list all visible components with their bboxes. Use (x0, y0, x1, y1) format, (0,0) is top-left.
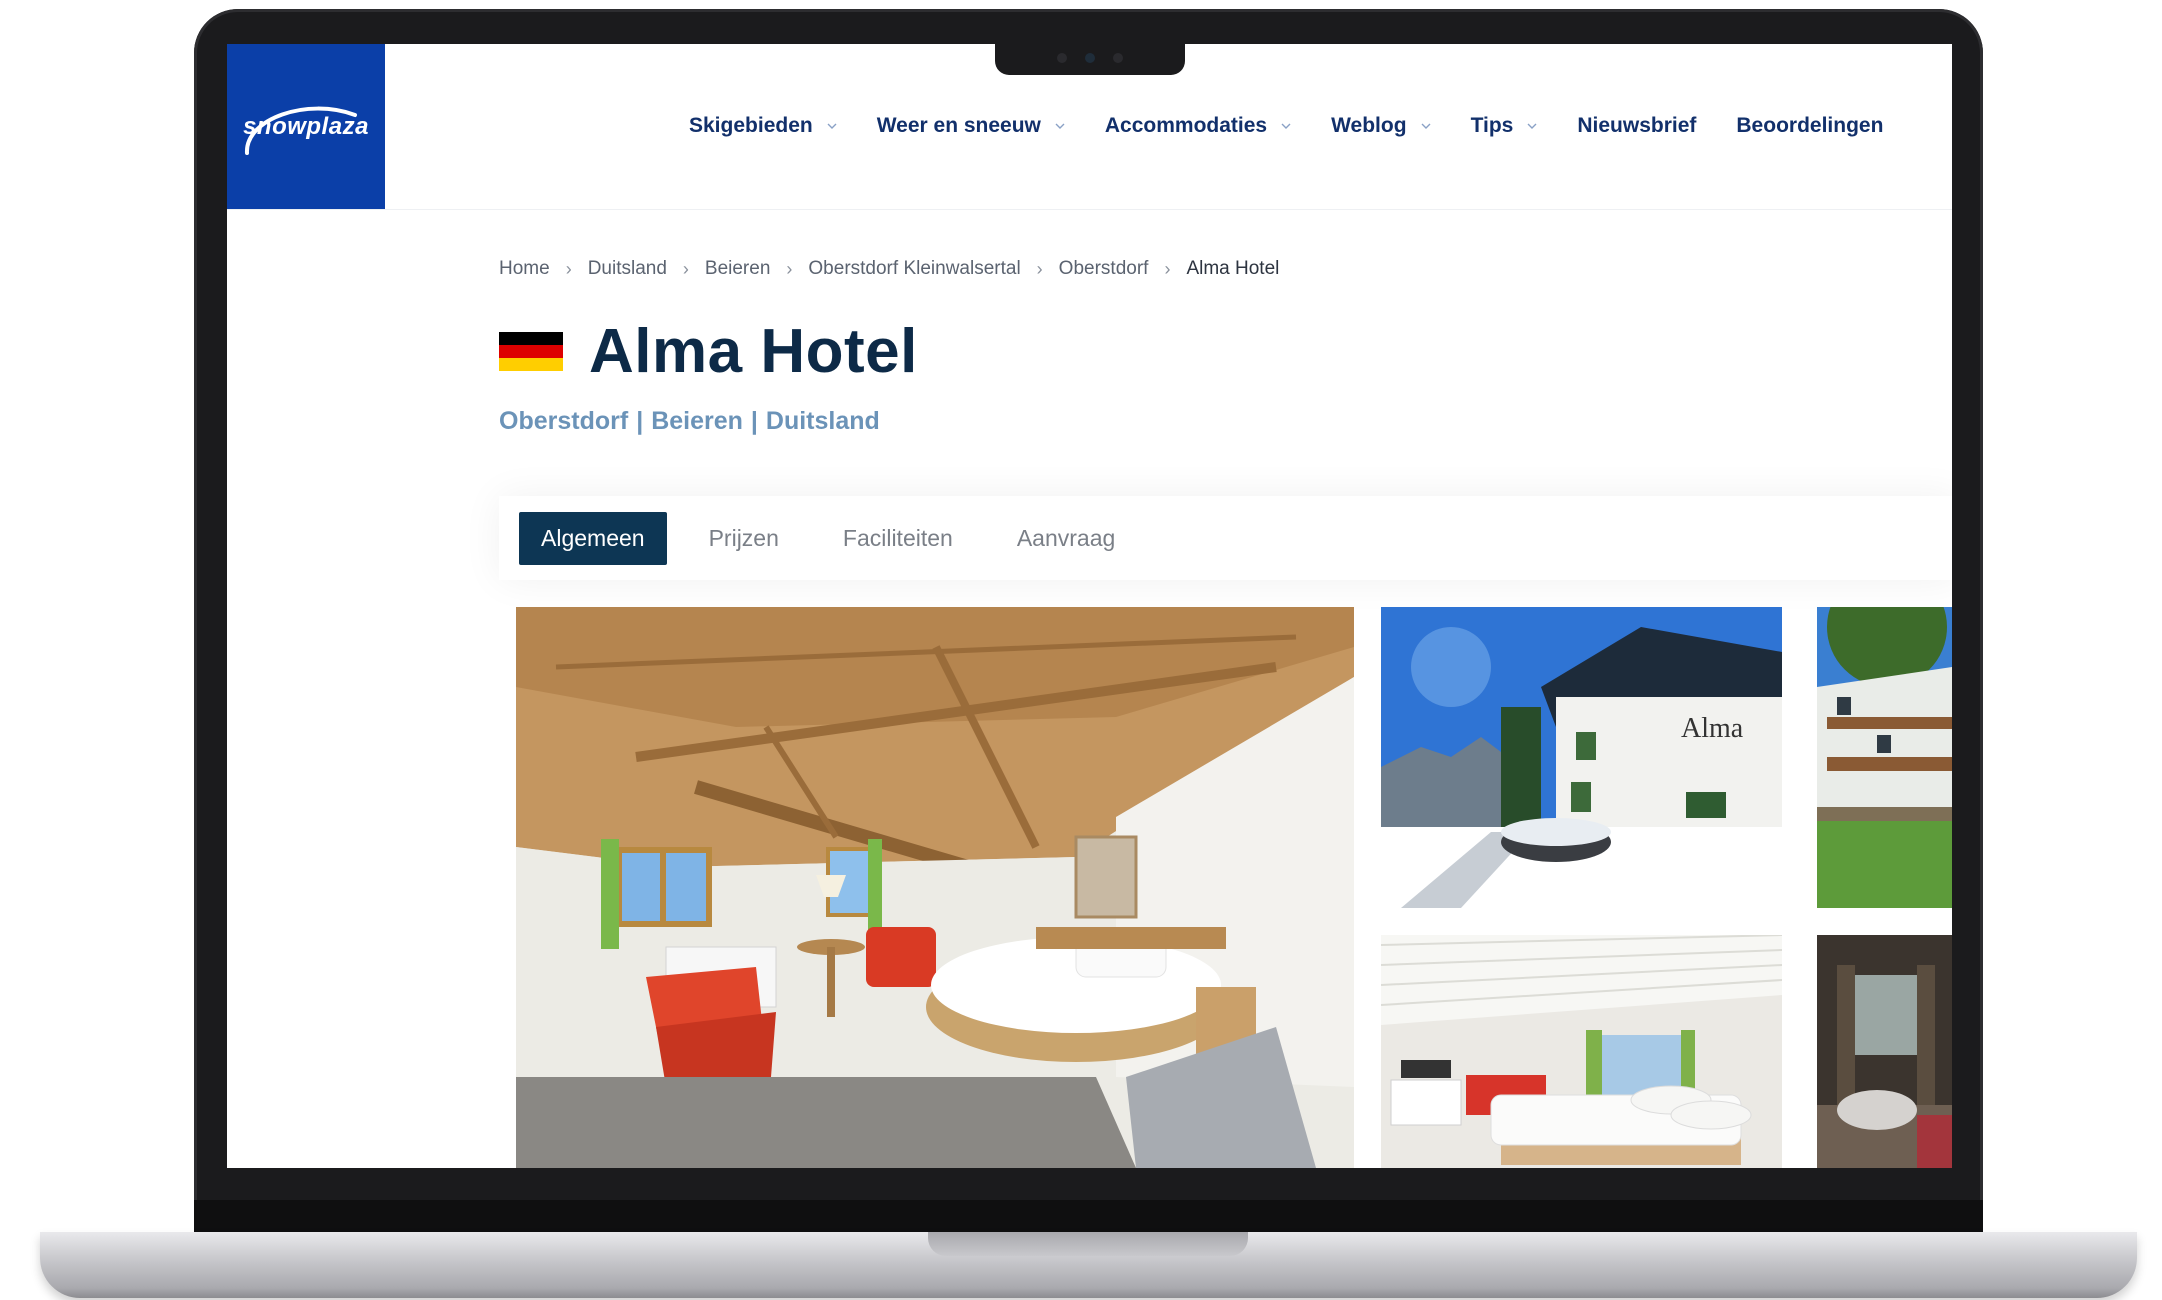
nav-nieuwsbrief[interactable]: Nieuwsbrief (1577, 114, 1696, 138)
breadcrumb-home[interactable]: Home (499, 258, 550, 280)
location-separator: | (750, 407, 758, 435)
site-logo[interactable]: snowplaza (227, 44, 385, 209)
breadcrumb-oberstdorf[interactable]: Oberstdorf (1059, 258, 1149, 280)
laptop-hinge-notch (928, 1232, 1248, 1256)
breadcrumb: Home › Duitsland › Beieren › Oberstdorf … (499, 258, 1279, 280)
tab-algemeen[interactable]: Algemeen (519, 511, 667, 565)
interior-photo[interactable] (1817, 935, 1952, 1168)
location-town[interactable]: Oberstdorf (499, 407, 628, 435)
breadcrumb-duitsland[interactable]: Duitsland (588, 258, 667, 280)
main-nav: Skigebieden Weer en sneeuw Accommodaties… (689, 106, 1923, 146)
tabs-bar: Algemeen Prijzen Faciliteiten Aanvraag (499, 496, 1952, 580)
location-separator: | (636, 407, 644, 435)
location-country[interactable]: Duitsland (766, 407, 880, 435)
location-region[interactable]: Beieren (651, 407, 743, 435)
breadcrumb-current: Alma Hotel (1186, 258, 1280, 279)
germany-flag-icon (499, 332, 563, 371)
chevron-right-icon: › (1164, 258, 1171, 279)
nav-label: Beoordelingen (1736, 114, 1884, 137)
title-row: Alma Hotel (499, 316, 918, 387)
hotel-sign-alma: Alma (1681, 713, 1744, 744)
hotel-exterior-summer-photo[interactable] (1817, 607, 1952, 908)
chevron-down-icon (827, 123, 837, 129)
chevron-down-icon (1055, 123, 1065, 129)
nav-accommodaties[interactable]: Accommodaties (1105, 114, 1291, 138)
location-line: Oberstdorf | Beieren | Duitsland (499, 407, 880, 436)
camera-icon (1085, 53, 1095, 63)
sensor-icon (1113, 53, 1123, 63)
nav-weer-en-sneeuw[interactable]: Weer en sneeuw (877, 114, 1065, 138)
double-room-photo[interactable] (1381, 935, 1782, 1168)
breadcrumb-oberstdorf-kleinwalsertal[interactable]: Oberstdorf Kleinwalsertal (808, 258, 1020, 280)
chevron-down-icon (1281, 123, 1291, 129)
nav-beoordelingen[interactable]: Beoordelingen (1736, 114, 1883, 138)
logo-text: snowplaza (243, 112, 369, 140)
nav-label: Nieuwsbrief (1577, 114, 1697, 137)
chevron-right-icon: › (786, 258, 793, 279)
tab-faciliteiten[interactable]: Faciliteiten (821, 512, 975, 565)
chevron-down-icon (1421, 123, 1431, 129)
camera-notch (995, 42, 1185, 75)
nav-skigebieden[interactable]: Skigebieden (689, 114, 837, 138)
nav-label: Weblog (1331, 114, 1407, 137)
page-title: Alma Hotel (589, 317, 918, 386)
hotel-exterior-winter-photo[interactable]: Alma (1381, 607, 1782, 908)
sensor-icon (1057, 53, 1067, 63)
tab-prijzen[interactable]: Prijzen (687, 512, 801, 565)
nav-tips[interactable]: Tips (1471, 114, 1538, 138)
laptop-chin (194, 1200, 1983, 1232)
breadcrumb-beieren[interactable]: Beieren (705, 258, 771, 280)
nav-label: Accommodaties (1104, 114, 1268, 137)
browser-viewport: snowplaza Skigebieden Weer en sneeuw Acc… (227, 44, 1952, 1168)
nav-weblog[interactable]: Weblog (1331, 114, 1431, 138)
tab-aanvraag[interactable]: Aanvraag (995, 512, 1137, 565)
chevron-down-icon (1527, 123, 1537, 129)
laptop-base (40, 1232, 2137, 1298)
room-photo[interactable] (516, 607, 1354, 1168)
chevron-right-icon: › (682, 258, 689, 279)
nav-label: Weer en sneeuw (876, 114, 1041, 137)
nav-label: Skigebieden (689, 114, 813, 137)
chevron-right-icon: › (1036, 258, 1043, 279)
nav-label: Tips (1470, 114, 1514, 137)
chevron-right-icon: › (565, 258, 572, 279)
